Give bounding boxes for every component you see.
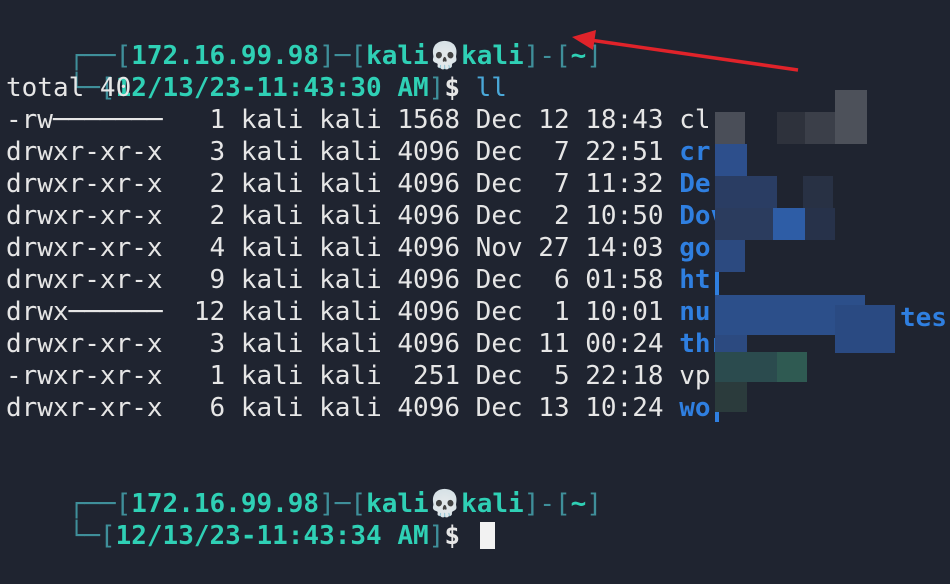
annotation-arrow-icon: [572, 30, 799, 72]
